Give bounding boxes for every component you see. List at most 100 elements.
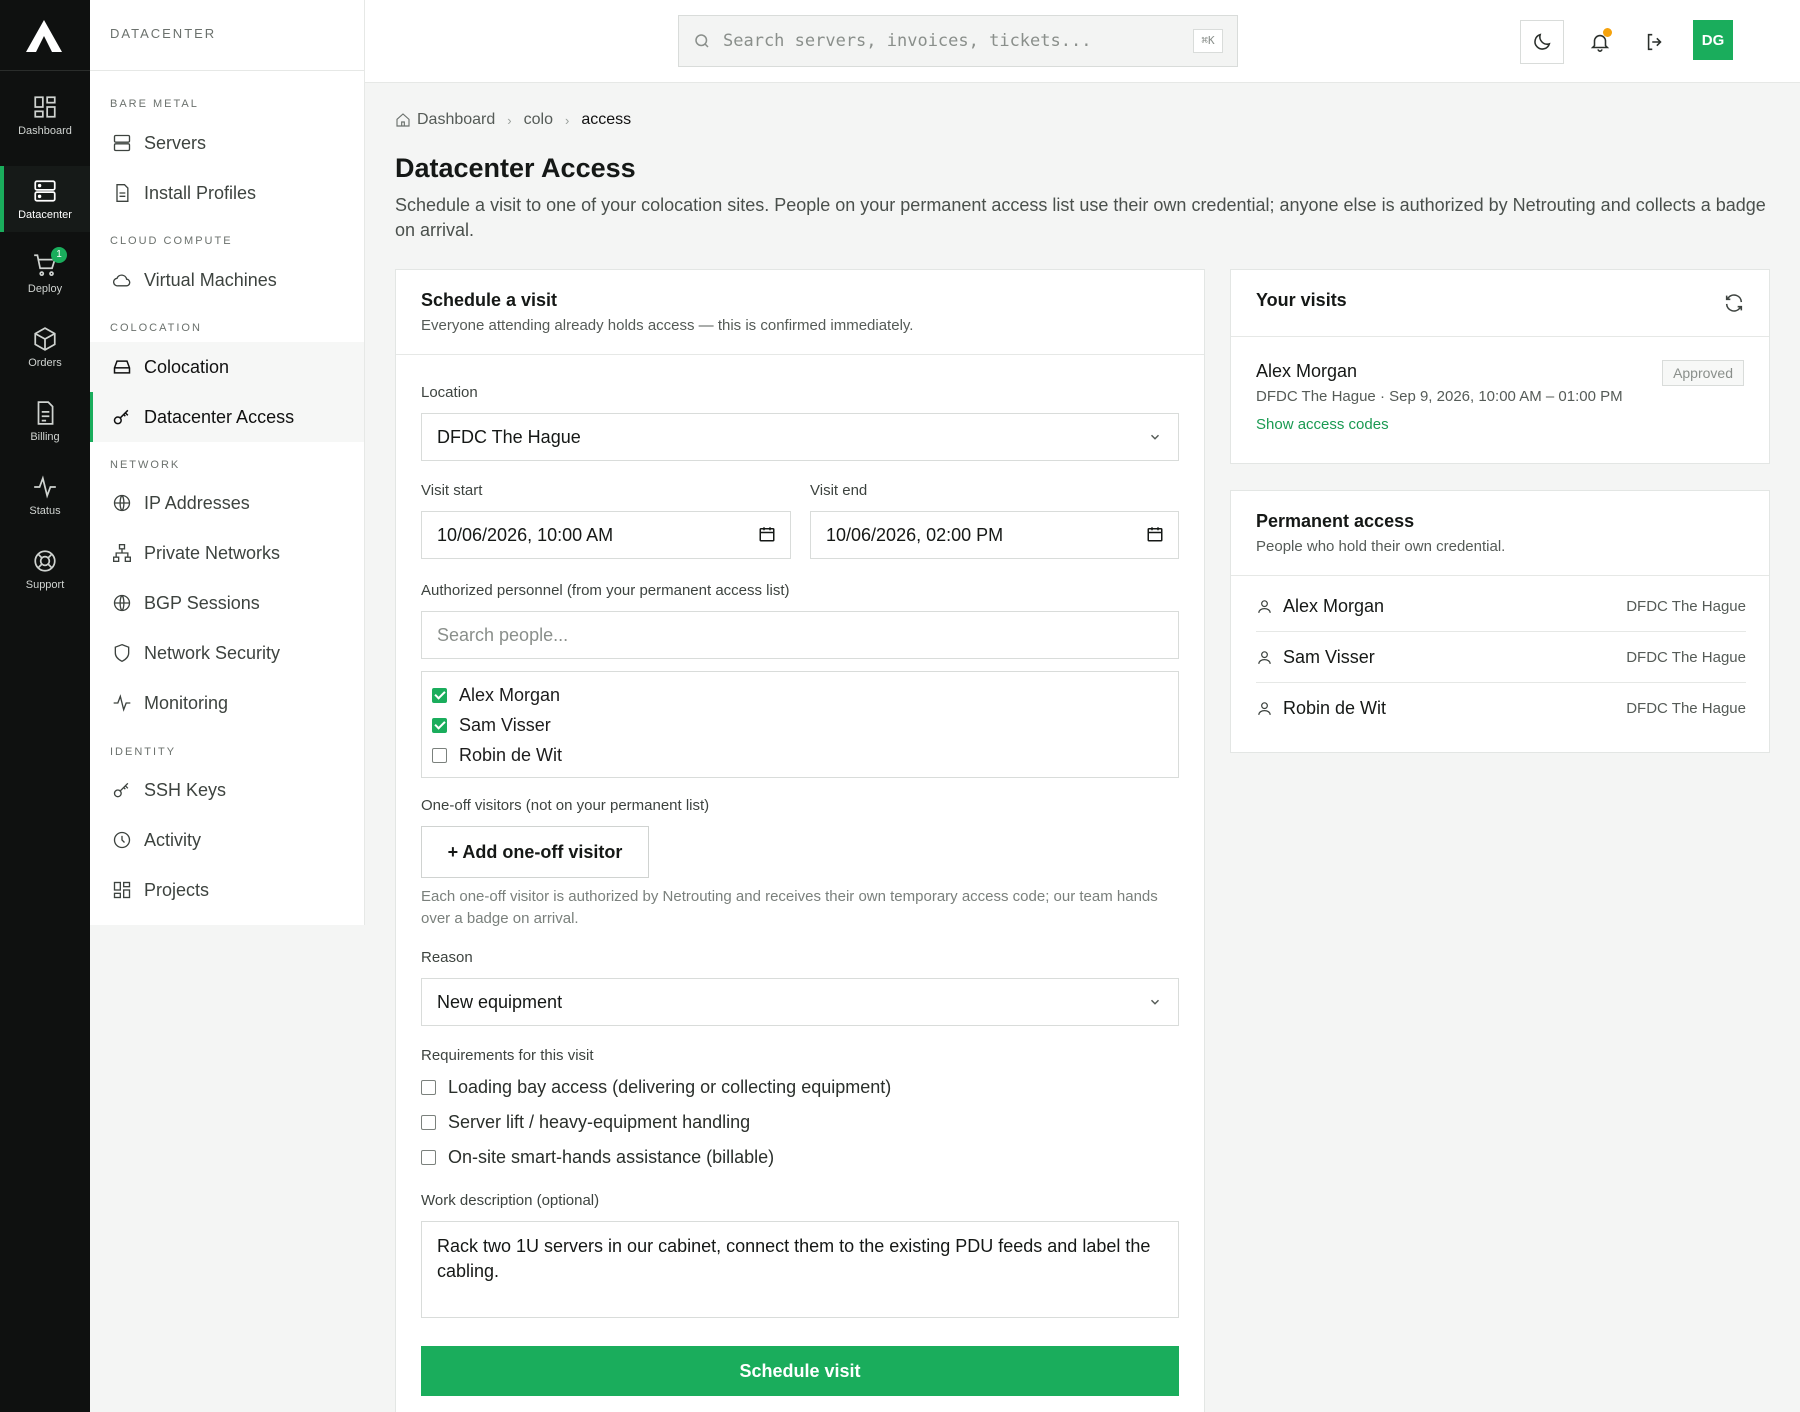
show-access-codes-link[interactable]: Show access codes: [1256, 416, 1389, 433]
permanent-card-subtitle: People who hold their own credential.: [1256, 538, 1506, 555]
rail-divider: [0, 70, 90, 71]
hard-drive-icon: [113, 360, 131, 374]
notifications-button[interactable]: [1578, 20, 1622, 64]
oneoff-help-text: Each one-off visitor is authorized by Ne…: [421, 888, 1158, 927]
calendar-icon[interactable]: [758, 525, 776, 543]
rail-label-orders: Orders: [28, 357, 62, 369]
sidebar-item-bgp-sessions[interactable]: BGP Sessions: [90, 578, 364, 628]
sidebar-item-label: Projects: [144, 879, 210, 900]
permanent-person-row: Robin de Wit DFDC The Hague: [1256, 683, 1746, 734]
sidebar-group-bare-metal: BARE METAL: [110, 98, 199, 110]
key-icon: [113, 782, 129, 798]
work-description-textarea[interactable]: Rack two 1U servers in our cabinet, conn…: [421, 1221, 1179, 1318]
notification-dot: [1603, 28, 1612, 37]
permanent-person-location: DFDC The Hague: [1626, 700, 1746, 717]
theme-toggle-button[interactable]: [1520, 20, 1564, 64]
refresh-icon[interactable]: [1723, 292, 1745, 314]
sidebar-item-activity[interactable]: Activity: [90, 815, 364, 865]
sidebar-item-servers[interactable]: Servers: [90, 118, 364, 168]
brand-logo-icon[interactable]: [24, 18, 64, 54]
visit-end-input[interactable]: 10/06/2026, 02:00 PM: [810, 511, 1179, 559]
person-option[interactable]: Robin de Wit: [422, 740, 1178, 770]
sidebar-item-install-profiles[interactable]: Install Profiles: [90, 168, 364, 218]
rail-item-dashboard[interactable]: Dashboard: [0, 82, 90, 148]
sidebar-item-label: Virtual Machines: [144, 269, 277, 290]
person-option[interactable]: Sam Visser: [422, 710, 1178, 740]
key-icon: [113, 409, 129, 425]
rail-item-datacenter[interactable]: Datacenter: [0, 166, 90, 232]
breadcrumb-colo[interactable]: colo: [524, 111, 553, 129]
page-description: Schedule a visit to one of your colocati…: [395, 195, 1766, 240]
user-avatar[interactable]: DG: [1693, 20, 1733, 60]
visit-end-label: Visit end: [810, 482, 868, 499]
user-icon: [1258, 702, 1271, 715]
visits-card-title: Your visits: [1256, 290, 1347, 310]
sidebar-item-monitoring[interactable]: Monitoring: [90, 678, 364, 728]
breadcrumb-dashboard[interactable]: Dashboard: [417, 111, 495, 129]
sidebar-group-network: NETWORK: [110, 459, 181, 471]
sidebar-item-virtual-machines[interactable]: Virtual Machines: [90, 255, 364, 305]
visit-start-label: Visit start: [421, 482, 483, 499]
rail-item-status[interactable]: Status: [0, 462, 90, 528]
logout-button[interactable]: [1633, 20, 1677, 64]
sidebar-item-projects[interactable]: Projects: [90, 865, 364, 915]
sidebar-group-colocation: COLOCATION: [110, 322, 202, 334]
sidebar-item-network-security[interactable]: Network Security: [90, 628, 364, 678]
person-option[interactable]: Alex Morgan: [422, 680, 1178, 710]
person-checkbox[interactable]: [432, 747, 447, 763]
rail-item-orders[interactable]: Orders: [0, 314, 90, 380]
top-bar: Search servers, invoices, tickets... ⌘K …: [365, 0, 1800, 83]
schedule-visit-card: Schedule a visit Everyone attending alre…: [395, 269, 1205, 1412]
schedule-card-title: Schedule a visit: [421, 290, 558, 310]
visit-start-input[interactable]: 10/06/2026, 10:00 AM: [421, 511, 791, 559]
activity-pulse-icon: [113, 694, 131, 712]
add-oneoff-visitor-button[interactable]: + Add one-off visitor: [421, 826, 649, 878]
search-icon: [695, 34, 709, 48]
sidebar-item-label: Install Profiles: [144, 182, 257, 203]
dashboard-icon: [34, 96, 56, 118]
person-checkbox[interactable]: [432, 687, 447, 703]
lifebuoy-icon: [34, 550, 56, 572]
requirement-checkbox[interactable]: [421, 1080, 436, 1095]
requirement-option[interactable]: Loading bay access (delivering or collec…: [421, 1077, 891, 1098]
clock-icon: [113, 831, 131, 849]
requirement-option[interactable]: On-site smart-hands assistance (billable…: [421, 1147, 774, 1168]
your-visits-card: Your visits Alex Morgan DFDC The Hague ·…: [1230, 269, 1770, 464]
work-description-label: Work description (optional): [421, 1192, 600, 1209]
rail-item-billing[interactable]: Billing: [0, 388, 90, 454]
invoice-icon: [37, 401, 54, 425]
permanent-access-card: Permanent access People who hold their o…: [1230, 490, 1770, 753]
requirement-checkbox[interactable]: [421, 1150, 436, 1165]
reason-select[interactable]: New equipment: [421, 978, 1179, 1026]
requirement-label: Loading bay access (delivering or collec…: [448, 1077, 892, 1097]
sidebar-item-colocation[interactable]: Colocation: [90, 342, 364, 392]
home-icon: [396, 113, 410, 127]
schedule-visit-button[interactable]: Schedule visit: [421, 1346, 1179, 1396]
rail-item-support[interactable]: Support: [0, 536, 90, 602]
reason-label: Reason: [421, 949, 473, 966]
document-icon: [116, 184, 129, 202]
shield-icon: [114, 643, 130, 663]
sidebar-item-ssh-keys[interactable]: SSH Keys: [90, 765, 364, 815]
sidebar-divider: [90, 70, 365, 71]
people-search-placeholder: Search people...: [437, 624, 569, 645]
global-search-input[interactable]: Search servers, invoices, tickets... ⌘K: [678, 15, 1238, 67]
person-checkbox[interactable]: [432, 717, 447, 733]
sidebar-group-identity: IDENTITY: [110, 746, 177, 758]
permanent-person-location: DFDC The Hague: [1626, 597, 1746, 615]
location-select[interactable]: DFDC The Hague: [421, 413, 1179, 461]
sidebar-item-private-networks[interactable]: Private Networks: [90, 528, 364, 578]
visit-name: Alex Morgan: [1256, 361, 1358, 381]
sidebar-item-ip-addresses[interactable]: IP Addresses: [90, 478, 364, 528]
rail-label-status: Status: [29, 505, 61, 517]
permanent-person-row: Sam Visser DFDC The Hague: [1256, 632, 1746, 683]
requirements-label: Requirements for this visit: [421, 1047, 594, 1064]
sidebar-item-label: Colocation: [144, 356, 230, 377]
people-search-input[interactable]: Search people...: [421, 611, 1179, 659]
requirement-option[interactable]: Server lift / heavy-equipment handling: [421, 1112, 750, 1133]
requirement-checkbox[interactable]: [421, 1115, 436, 1130]
sidebar-item-label: Monitoring: [144, 692, 229, 713]
rail-item-deploy[interactable]: 1 Deploy: [0, 240, 90, 306]
calendar-icon[interactable]: [1146, 525, 1164, 543]
sidebar-item-datacenter-access[interactable]: Datacenter Access: [90, 392, 364, 442]
